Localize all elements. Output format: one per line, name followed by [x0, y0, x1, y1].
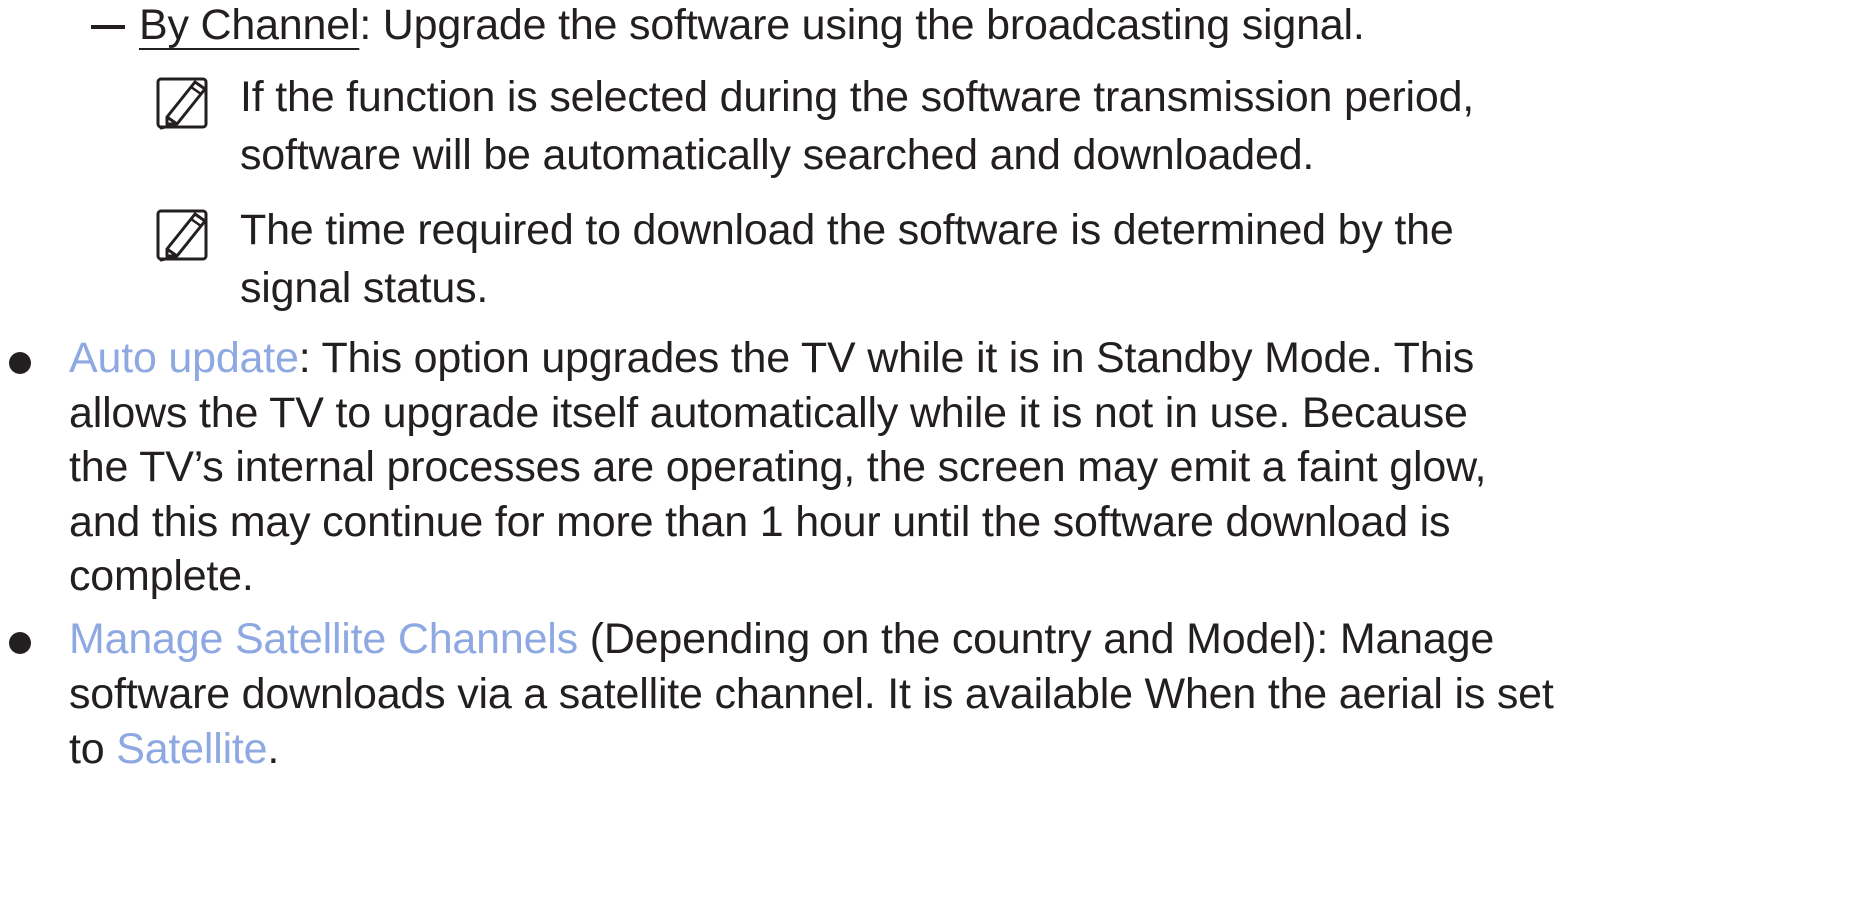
note-2-text: The time required to download the softwa… [240, 201, 1454, 317]
manage-satellite-line-2: software downloads via a satellite chann… [69, 670, 1554, 718]
manage-satellite-line-3-prefix: to [69, 725, 117, 773]
auto-update-line-4: and this may continue for more than 1 ho… [69, 497, 1451, 546]
note-icon [156, 209, 208, 262]
note-1-line-2: software will be automatically searched … [240, 131, 1315, 179]
auto-update-line-2: allows the TV to upgrade itself automati… [69, 388, 1468, 437]
by-channel-term: By Channel [139, 1, 360, 49]
manage-satellite-channels-link[interactable]: Manage Satellite Channels [69, 615, 578, 663]
manage-satellite-line-1: (Depending on the country and Model): Ma… [577, 615, 1495, 663]
satellite-link[interactable]: Satellite [116, 725, 267, 773]
note-1-line-1: If the function is selected during the s… [240, 73, 1475, 121]
auto-update-line-5: complete. [69, 552, 254, 600]
bullet-dot-icon [9, 632, 31, 654]
bullet-dot-icon [9, 352, 31, 374]
manage-satellite-line-3-suffix: . [267, 725, 280, 773]
note-2-line-1: The time required to download the softwa… [240, 206, 1454, 254]
sub-item-text: By Channel: Upgrade the software using t… [139, 0, 1365, 58]
auto-update-text: Auto update: This option upgrades the TV… [69, 331, 1487, 604]
auto-update-line-3: the TV’s internal processes are operatin… [69, 443, 1487, 491]
note-2-line-2: signal status. [240, 264, 489, 312]
note-icon [156, 77, 208, 130]
auto-update-link[interactable]: Auto update [69, 334, 299, 382]
auto-update-line-1: : This option upgrades the TV while it i… [298, 334, 1475, 382]
manage-satellite-text: Manage Satellite Channels (Depending on … [69, 612, 1554, 777]
note-1-text: If the function is selected during the s… [240, 68, 1474, 184]
by-channel-description: : Upgrade the software using the broadca… [359, 1, 1365, 49]
dash-bullet-icon [91, 8, 127, 46]
